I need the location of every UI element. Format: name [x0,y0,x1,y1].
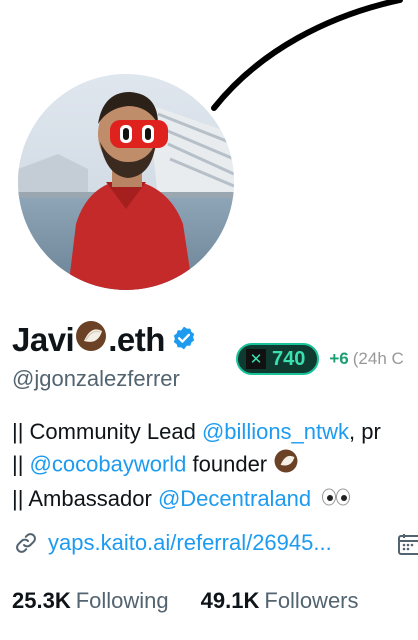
bio-text: || Community Lead [12,419,202,444]
score-delta-label: (24h C [352,349,404,368]
verified-icon[interactable] [171,321,197,359]
website-text: yaps.kaito.ai/referral/26945... [48,530,332,555]
eyes-icon [321,484,351,516]
avatar[interactable] [18,74,234,290]
website-link[interactable]: yaps.kaito.ai/referral/26945... [14,530,332,556]
coconut-icon [273,448,299,483]
kaito-score-badge[interactable]: ✕ 740 +6 (24h C [236,342,404,376]
mention-link[interactable]: @Decentraland [158,486,311,511]
following-count: 25.3K [12,588,71,613]
coconut-icon [74,319,108,361]
bio-line-1: || Community Lead @billions_ntwk, pr [12,416,381,448]
score-delta: +6 [329,349,349,368]
bio-text: , pr [349,419,381,444]
bio-text: founder [186,451,268,477]
followers-label: Followers [264,588,359,613]
name-prefix: Javi [12,321,75,358]
name-suffix: .eth [108,321,165,358]
bio-line-3: || Ambassador @Decentraland [12,483,381,516]
score-pill: ✕ 740 [236,343,320,375]
followers-count: 49.1K [200,588,260,613]
link-icon [16,533,36,553]
bio-text: || Ambassador [12,486,158,511]
user-handle: @jgonzalezferrer [12,366,180,391]
follow-stats: 25.3K Following 49.1K Followers [12,588,359,614]
score-value: 740 [272,347,306,370]
mention-link[interactable]: @cocobayworld [30,451,187,476]
followers-stat[interactable]: 49.1K Followers [201,588,359,614]
bio-line-2: || @cocobayworld founder [12,448,381,483]
calendar-icon [398,534,418,555]
bio: || Community Lead @billions_ntwk, pr || … [12,416,381,516]
display-name: Javi .eth [12,319,197,361]
kaito-logo-icon: ✕ [246,349,266,369]
bio-text: || [12,451,30,477]
following-stat[interactable]: 25.3K Following [12,588,169,614]
mention-link[interactable]: @billions_ntwk [202,419,349,444]
following-label: Following [75,588,169,613]
